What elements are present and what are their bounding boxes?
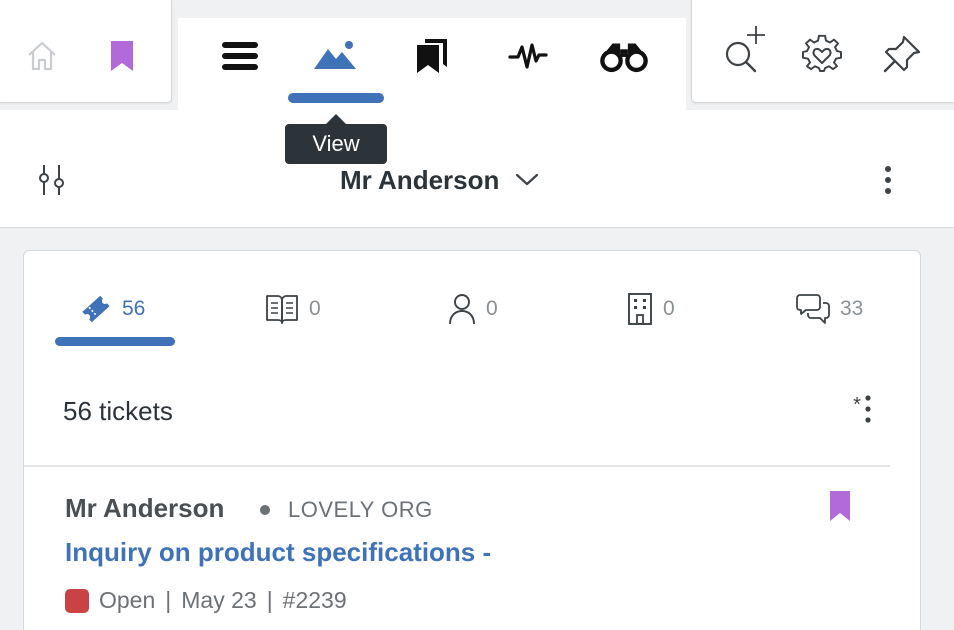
tab-tickets[interactable]: 56 (80, 287, 145, 331)
toolbar-group-left (0, 0, 172, 103)
status-indicator (65, 588, 89, 613)
separator-dot (260, 505, 270, 515)
chat-bubbles-icon (796, 294, 830, 324)
person-name: Mr Anderson (340, 164, 500, 195)
ticket-status: Open (99, 587, 156, 613)
tab-count: 56 (122, 297, 146, 320)
bookmarks-stack-icon (417, 39, 447, 73)
ticket-date: May 23 (181, 587, 257, 613)
book-icon (266, 295, 298, 324)
list-options-button[interactable]: * (842, 391, 882, 427)
saved-lists-button[interactable] (407, 31, 457, 81)
toolbar-group-right (691, 0, 954, 103)
menu-button[interactable] (215, 31, 265, 81)
bookmarks-button[interactable] (97, 31, 147, 81)
tab-organizations[interactable]: 0 (627, 287, 675, 331)
vertical-dots-icon (865, 395, 871, 423)
pulse-icon (508, 43, 548, 69)
search-binoculars-button[interactable] (599, 31, 649, 81)
options-star: * (853, 394, 861, 416)
pin-button[interactable] (877, 29, 927, 79)
gear-heart-icon (802, 34, 842, 72)
home-button[interactable] (17, 31, 67, 81)
bookmark-icon[interactable] (828, 489, 852, 523)
tickets-count: 56 tickets (63, 396, 173, 426)
tab-count: 0 (663, 297, 675, 320)
ticket-number: #2239 (282, 587, 347, 613)
active-tab-indicator (55, 337, 175, 346)
search-plus-icon (725, 26, 765, 73)
ticket-meta: Open | May 23 | #2239 (65, 587, 347, 614)
sliders-icon (39, 165, 64, 195)
ticket-person: Mr Anderson (65, 493, 225, 523)
activity-button[interactable] (503, 31, 553, 81)
tab-people[interactable]: 0 (448, 287, 498, 331)
tab-chats[interactable]: 33 (796, 287, 863, 331)
view-tooltip: View (285, 114, 387, 164)
ticket-icon (82, 295, 110, 323)
building-icon (628, 293, 652, 325)
filter-button[interactable] (30, 158, 74, 202)
binoculars-icon (600, 43, 648, 73)
new-search-button[interactable] (718, 24, 768, 74)
home-icon (28, 41, 56, 71)
view-button[interactable] (310, 31, 360, 81)
person-icon (449, 294, 475, 325)
tab-count: 0 (309, 297, 321, 320)
toolbar-group-main (178, 18, 686, 110)
person-selector[interactable]: Mr Anderson (340, 158, 539, 202)
top-toolbar (0, 0, 954, 110)
vertical-dots-icon (885, 166, 891, 194)
tab-count: 33 (840, 297, 864, 320)
settings-button[interactable] (797, 29, 847, 79)
ticket-subject-link[interactable]: Inquiry on product specifications - (65, 537, 491, 568)
image-mountain-icon (314, 41, 356, 69)
tab-knowledge[interactable]: 0 (265, 287, 321, 331)
chevron-down-icon (516, 173, 539, 186)
tab-count: 0 (486, 297, 498, 320)
ticket-organization: LOVELY ORG (288, 497, 433, 522)
meta-separator: | (165, 587, 172, 613)
ticket-row[interactable]: Mr Anderson LOVELY ORG Inquiry on produc… (24, 467, 920, 630)
pin-icon (883, 35, 921, 73)
hamburger-icon (222, 42, 258, 70)
bookmark-icon (111, 41, 133, 71)
meta-separator: | (266, 587, 273, 613)
results-card: 56 0 0 0 33 56 tickets * Mr Anderson LOV… (23, 250, 921, 630)
context-header: Mr Anderson (0, 110, 954, 228)
active-view-indicator (288, 93, 384, 103)
more-options-button[interactable] (868, 158, 908, 202)
